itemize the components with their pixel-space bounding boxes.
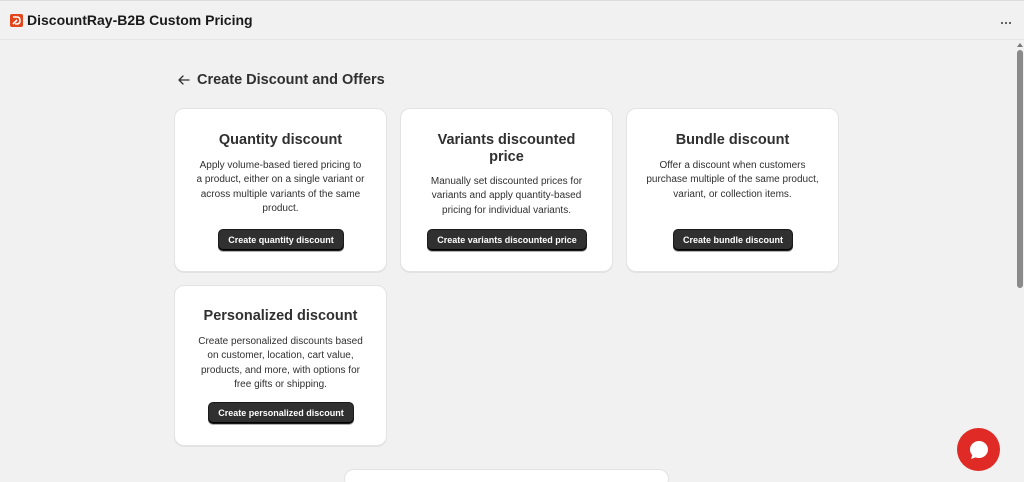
- card-title: Personalized discount: [203, 308, 358, 324]
- more-horizontal-icon[interactable]: [1000, 13, 1012, 27]
- card-description: Manually set discounted prices for varia…: [430, 176, 583, 216]
- create-personalized-discount-button[interactable]: Create personalized discount: [208, 402, 354, 424]
- scrollbar-thumb[interactable]: [1017, 50, 1023, 288]
- personalized-discount-card: Personalized discount Create personalize…: [174, 285, 387, 446]
- card-description: Apply volume-based tiered pricing to a p…: [196, 160, 365, 214]
- card-description: Create personalized discounts based on c…: [198, 336, 363, 390]
- variants-discounted-price-card: Variants discounted price Manually set d…: [400, 108, 613, 272]
- app-title: DiscountRay-B2B Custom Pricing: [27, 12, 253, 28]
- create-bundle-discount-button[interactable]: Create bundle discount: [673, 229, 793, 251]
- chat-bubble-icon[interactable]: [957, 428, 1000, 471]
- card-description: Offer a discount when customers purchase…: [646, 160, 819, 200]
- page-heading: Create Discount and Offers: [176, 72, 385, 88]
- app-header: DiscountRay-B2B Custom Pricing: [0, 0, 1024, 40]
- card-title: Bundle discount: [675, 132, 790, 148]
- quantity-discount-card: Quantity discount Apply volume-based tie…: [174, 108, 387, 272]
- app-logo-icon: [10, 13, 23, 27]
- page-title: Create Discount and Offers: [197, 72, 385, 88]
- card-title: Variants discounted price: [437, 132, 576, 165]
- card-title: Quantity discount: [218, 132, 343, 148]
- scroll-up-icon[interactable]: [1017, 42, 1023, 48]
- create-quantity-discount-button[interactable]: Create quantity discount: [218, 229, 344, 251]
- create-variants-discounted-price-button[interactable]: Create variants discounted price: [427, 229, 587, 251]
- bottom-card: [344, 469, 669, 482]
- arrow-left-icon[interactable]: [176, 72, 192, 88]
- bundle-discount-card: Bundle discount Offer a discount when cu…: [626, 108, 839, 272]
